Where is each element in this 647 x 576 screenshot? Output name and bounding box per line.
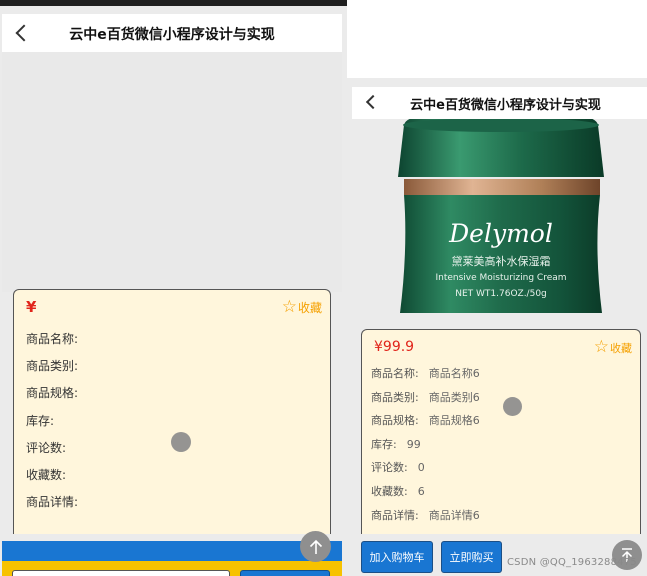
jar-brand-text: Delymol: [448, 219, 553, 248]
touch-cursor: [171, 432, 191, 452]
field-comment-count: 评论数: 0: [371, 459, 480, 483]
bottom-input-box[interactable]: [12, 570, 230, 576]
top-status-strip: [0, 0, 347, 6]
field-label: 商品类别:: [371, 390, 419, 404]
arrow-up-icon: [309, 539, 322, 554]
touch-cursor: [503, 397, 522, 416]
jar-net-weight-text: NET WT1.76OZ./50g: [455, 289, 547, 299]
add-to-cart-button[interactable]: 加入购物车: [361, 541, 433, 573]
field-value: 6: [417, 484, 425, 498]
screenshot-stage: 云中e百货微信小程序设计与实现 ¥ ☆ 收藏 商品名称: 商品类别: 商品规格:…: [0, 0, 647, 576]
field-product-category: 商品类别:: [26, 359, 79, 374]
favorite-label: 收藏: [610, 341, 632, 355]
field-comment-count: 评论数:: [26, 440, 67, 455]
nav-bar: 云中e百货微信小程序设计与实现: [352, 87, 647, 119]
field-label: 商品规格:: [371, 414, 419, 428]
product-image-area: [2, 52, 342, 292]
field-product-category: 商品类别: 商品类别6: [371, 389, 480, 413]
scroll-top-button[interactable]: [300, 531, 331, 562]
left-phone-screen: 云中e百货微信小程序设计与实现 ¥ ☆ 收藏 商品名称: 商品类别: 商品规格:…: [0, 0, 347, 576]
product-jar-image: Delymol 黛莱美高补水保湿霜 Intensive Moisturizing…: [398, 119, 604, 313]
field-value: 商品规格6: [428, 414, 480, 428]
favorite-label: 收藏: [297, 301, 322, 315]
field-stock: 库存:: [26, 413, 55, 428]
product-image-carousel[interactable]: Delymol 黛莱美高补水保湿霜 Intensive Moisturizing…: [352, 119, 647, 313]
field-label: 评论数:: [371, 461, 408, 475]
field-favorite-count: 收藏数:: [26, 467, 67, 482]
field-value: 0: [417, 461, 425, 475]
nav-bar: 云中e百货微信小程序设计与实现: [2, 14, 342, 52]
bottom-blue-button[interactable]: [240, 570, 330, 576]
favorite-button[interactable]: ☆ 收藏: [594, 339, 632, 356]
jar-name-cn-text: 黛莱美高补水保湿霜: [452, 254, 551, 268]
right-phone-screen: 云中e百货微信小程序设计与实现 Delymol 黛莱美高补水保湿霜 Intens…: [347, 78, 647, 576]
field-value: 商品详情6: [428, 508, 480, 522]
field-product-name: 商品名称: 商品名称6: [371, 365, 480, 389]
field-value: 商品名称6: [428, 367, 480, 380]
product-info-card: ¥ ☆ 收藏 商品名称: 商品类别: 商品规格: 库存: 评论数: 收藏数: 商…: [13, 289, 331, 534]
field-product-spec: 商品规格: 商品规格6: [371, 412, 480, 436]
favorite-button[interactable]: ☆ 收藏: [282, 299, 322, 316]
star-outline-icon: ☆: [281, 297, 297, 317]
field-product-name: 商品名称:: [26, 332, 79, 346]
jar-name-en-text: Intensive Moisturizing Cream: [435, 273, 566, 283]
buy-now-button[interactable]: 立即购买: [441, 541, 502, 573]
field-favorite-count: 收藏数: 6: [371, 483, 480, 507]
price-label: ¥99.9: [374, 339, 415, 355]
field-value: 99: [406, 437, 421, 451]
blue-tab-bar: [2, 541, 342, 561]
field-value: 商品类别6: [428, 390, 480, 404]
field-label: 商品详情:: [371, 508, 419, 522]
field-product-detail: 商品详情: 商品详情6: [371, 507, 480, 531]
field-label: 收藏数:: [371, 484, 408, 498]
field-stock: 库存: 99: [371, 436, 480, 460]
page-title: 云中e百货微信小程序设计与实现: [410, 98, 601, 113]
field-product-spec: 商品规格:: [26, 386, 79, 401]
watermark-text: CSDN @QQ_1963288475: [507, 557, 637, 568]
field-product-detail: 商品详情:: [26, 495, 79, 510]
price-label: ¥: [26, 298, 37, 316]
field-label: 商品名称:: [371, 367, 419, 380]
field-label: 库存:: [371, 437, 397, 451]
star-outline-icon: ☆: [593, 337, 609, 357]
page-title: 云中e百货微信小程序设计与实现: [69, 27, 275, 43]
